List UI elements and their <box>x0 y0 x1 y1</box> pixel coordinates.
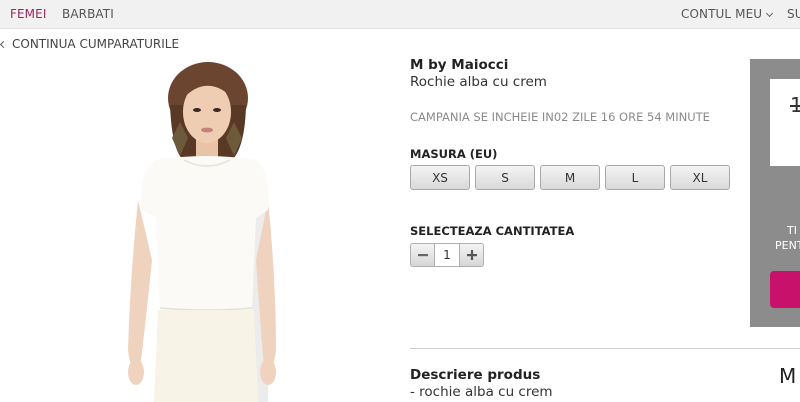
nav-account-label: CONTUL MEU <box>681 7 763 21</box>
chevron-left-icon <box>0 40 8 49</box>
minus-icon <box>417 254 428 257</box>
nav-women[interactable]: FEMEI <box>10 7 46 21</box>
nav-support[interactable]: SU <box>787 7 800 21</box>
continue-shopping-label: CONTINUA CUMPARATURILE <box>12 37 180 51</box>
quantity-input[interactable]: 1 <box>435 243 459 267</box>
panel-info-line-2: PENT <box>775 239 800 252</box>
product-name: Rochie alba cu crem <box>410 74 547 90</box>
nav-men[interactable]: BARBATI <box>62 7 114 21</box>
price-panel: 1 TI PENT <box>750 59 800 327</box>
description-text: - rochie alba cu crem <box>410 384 553 400</box>
size-selector: XS S M L XL <box>410 165 730 190</box>
size-button-s[interactable]: S <box>475 165 535 190</box>
quantity-stepper: 1 <box>410 243 484 267</box>
campaign-countdown: CAMPANIA SE INCHEIE IN02 ZILE 16 ORE 54 … <box>410 110 710 124</box>
size-button-xs[interactable]: XS <box>410 165 470 190</box>
product-image[interactable] <box>100 60 300 402</box>
quantity-increase-button[interactable] <box>459 243 484 267</box>
size-button-m[interactable]: M <box>540 165 600 190</box>
size-button-l[interactable]: L <box>605 165 665 190</box>
add-to-cart-button[interactable] <box>770 271 800 308</box>
old-price: 1 <box>790 93 800 117</box>
size-label: MASURA (EU) <box>410 147 498 161</box>
product-brand[interactable]: M by Maiocci <box>410 57 508 73</box>
quantity-decrease-button[interactable] <box>410 243 435 267</box>
plus-icon <box>466 250 477 260</box>
chevron-down-icon <box>766 9 774 18</box>
description-title: Descriere produs <box>410 367 541 383</box>
price-box: 1 <box>770 79 800 166</box>
quantity-label: SELECTEAZA CANTITATEA <box>410 224 575 238</box>
continue-shopping-link[interactable]: CONTINUA CUMPARATURILE <box>0 37 180 51</box>
section-divider <box>410 348 800 349</box>
description-right-heading: M <box>779 364 797 388</box>
top-nav-bar: FEMEI BARBATI CONTUL MEU SU <box>0 0 800 29</box>
size-button-xl[interactable]: XL <box>670 165 730 190</box>
panel-info-line-1: TI <box>787 224 797 237</box>
nav-account[interactable]: CONTUL MEU <box>681 7 774 21</box>
